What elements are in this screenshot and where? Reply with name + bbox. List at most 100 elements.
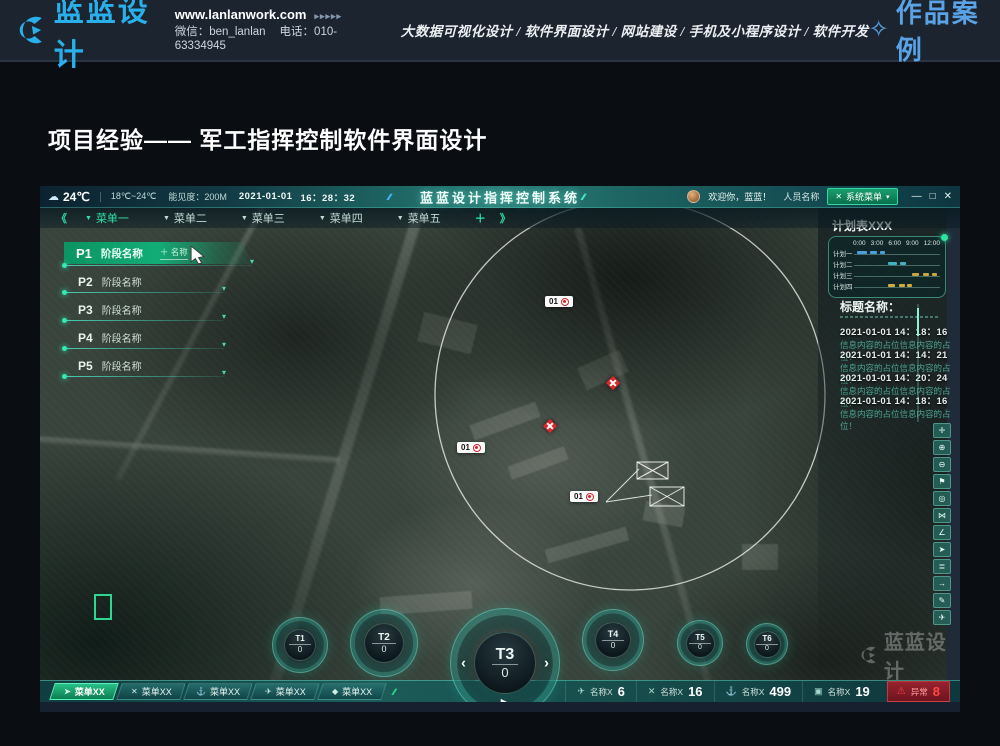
stage-item-p5[interactable]: P5阶段名称 <box>78 358 142 373</box>
chevron-down-icon: ▼ <box>319 215 326 222</box>
bottom-edge-strip <box>40 702 960 712</box>
deco-slashes: ∕∕∕∕ <box>582 192 584 202</box>
dial-prev-button[interactable]: ‹ <box>461 655 466 672</box>
bottom-tab-2[interactable]: ✕菜单XX <box>116 683 186 700</box>
plan-gantt-chart[interactable]: 0:003:006:009:0012:00 计划一 计划二 计划三 计划四 <box>828 236 946 298</box>
dial-next-button[interactable]: › <box>544 655 549 672</box>
target-dot-icon <box>473 444 481 452</box>
edit-tool-button[interactable]: ✎ <box>933 593 951 608</box>
status-item-4[interactable]: ▣名称X19 <box>802 681 881 702</box>
dial-t4[interactable]: T40 <box>582 609 644 671</box>
route-tool-button[interactable]: ➤ <box>933 542 951 557</box>
log-scrollbar[interactable] <box>917 304 919 422</box>
user-name-label: 人员名称 <box>783 190 819 203</box>
jet-icon: ✕ <box>648 686 656 697</box>
lanlan-logo-icon <box>858 644 878 666</box>
map-marker-01[interactable]: 01 <box>457 442 485 453</box>
selection-rectangle <box>95 595 111 619</box>
map-marker-01[interactable]: 01 <box>570 491 598 502</box>
minimize-button[interactable]: — <box>912 191 922 202</box>
truck-icon: ▣ <box>814 686 823 697</box>
stage-item-p1-active[interactable]: P1 阶段名称 ＋ 名称 <box>64 242 252 264</box>
unit-icon: ➤ <box>64 687 71 696</box>
dial-t1[interactable]: T10 <box>272 617 328 673</box>
threat-diamond-icon[interactable] <box>543 419 557 433</box>
link-tool-button[interactable]: ⋈ <box>933 508 951 523</box>
weather-icon: ☁ <box>48 190 59 203</box>
gantt-row: 计划二 <box>833 258 940 269</box>
user-avatar[interactable] <box>687 190 700 203</box>
stage-item-p2[interactable]: P2阶段名称 <box>78 274 142 289</box>
menu-add-button[interactable]: ＋ <box>475 210 486 226</box>
menu-item-3[interactable]: ▼菜单三 <box>241 210 285 226</box>
zoom-out-button[interactable]: ⊖ <box>933 457 951 472</box>
dial-t2[interactable]: T20 <box>350 609 418 677</box>
menu-item-1[interactable]: ▼菜单一 <box>85 210 129 226</box>
maximize-button[interactable]: □ <box>930 191 936 202</box>
gantt-row: 计划三 <box>833 269 940 280</box>
move-tool-button[interactable]: ✛ <box>933 423 951 438</box>
stage-item-p4[interactable]: P4阶段名称 <box>78 330 142 345</box>
bottom-tab-3[interactable]: ⚓菜单XX <box>183 683 253 700</box>
status-item-3[interactable]: ⚓名称X499 <box>714 681 803 702</box>
layers-tool-button[interactable]: ≣ <box>933 559 951 574</box>
status-item-2[interactable]: ✕名称X16 <box>636 681 714 702</box>
site-logo[interactable]: 蓝蓝设计 <box>14 0 161 74</box>
pin-tool-button[interactable]: ⚑ <box>933 474 951 489</box>
stage-item-p3[interactable]: P3阶段名称 <box>78 302 142 317</box>
arrow-right-icon: → <box>938 580 946 588</box>
map-building <box>469 402 540 441</box>
zoom-out-icon: ⊖ <box>939 461 946 469</box>
status-item-1[interactable]: ✈名称X6 <box>565 681 635 702</box>
bottom-tab-4[interactable]: ✈菜单XX <box>250 683 320 700</box>
close-button[interactable]: ✕ <box>944 191 952 202</box>
menu-item-4[interactable]: ▼菜单四 <box>319 210 363 226</box>
bottom-tab-5[interactable]: ◆菜单XX <box>317 683 387 700</box>
map-building <box>742 544 778 570</box>
pin-icon: ⚑ <box>938 478 945 486</box>
map-building <box>545 527 630 564</box>
target-tool-button[interactable]: ◎ <box>933 491 951 506</box>
zoom-in-icon: ⊕ <box>939 444 946 452</box>
bottom-tab-1[interactable]: ➤菜单XX <box>49 683 119 700</box>
gantt-time-axis: 0:003:006:009:0012:00 <box>833 240 940 247</box>
mouse-cursor-icon <box>190 246 206 265</box>
stage-label: 阶段名称 <box>101 246 143 261</box>
menu-next-arrow[interactable]: 》 <box>500 210 511 226</box>
alert-counter[interactable]: ⚠异常8 <box>887 681 950 702</box>
portfolio-link[interactable]: ✧ 作品案例 <box>869 0 986 67</box>
log-section-title: 标题名称： <box>840 298 900 315</box>
edit-icon: ✎ <box>939 597 946 605</box>
page: 蓝蓝设计 www.lanlanwork.com▸▸▸▸▸ 微信：ben_lanl… <box>0 0 1000 746</box>
site-header: 蓝蓝设计 www.lanlanwork.com▸▸▸▸▸ 微信：ben_lanl… <box>0 0 1000 62</box>
temp-range: 18℃~24℃ <box>111 191 157 202</box>
add-name-button[interactable]: ＋ 名称 <box>160 246 188 260</box>
menu-prev-arrow[interactable]: 《 <box>56 210 67 226</box>
stage-underline <box>64 320 224 321</box>
dial-t3[interactable]: ‹ T30 › ▶ <box>450 608 560 712</box>
forward-tool-button[interactable]: → <box>933 576 951 591</box>
close-icon: ✕ <box>835 192 842 201</box>
page-title: 项目经验—— 军工指挥控制软件界面设计 <box>48 121 487 155</box>
zoom-in-button[interactable]: ⊕ <box>933 440 951 455</box>
map-marker-01[interactable]: 01 <box>545 296 573 307</box>
menu-item-5[interactable]: ▼菜单五 <box>397 210 441 226</box>
chevron-down-icon: ▼ <box>241 215 248 222</box>
link-icon: ⋈ <box>938 512 946 520</box>
stage-underline <box>64 292 224 293</box>
warning-icon: ⚠ <box>897 686 906 697</box>
url-arrows: ▸▸▸▸▸ <box>314 11 342 21</box>
measure-tool-button[interactable]: ∠ <box>933 525 951 540</box>
plane-tool-button[interactable]: ✈ <box>933 610 951 625</box>
sparkle-icon: ✧ <box>869 18 889 42</box>
site-url[interactable]: www.lanlanwork.com▸▸▸▸▸ <box>175 7 367 23</box>
chevron-down-icon: ▼ <box>85 215 92 222</box>
dial-t6[interactable]: T60 <box>746 623 788 665</box>
stage-underline <box>64 265 252 266</box>
dial-t5[interactable]: T50 <box>677 620 723 666</box>
system-menu-button[interactable]: ✕ 系统菜单 ▾ <box>827 188 897 205</box>
menu-item-2[interactable]: ▼菜单二 <box>163 210 207 226</box>
unit-icon: ✕ <box>131 687 138 696</box>
plane-icon: ✈ <box>939 614 946 622</box>
stage-underline <box>64 348 224 349</box>
